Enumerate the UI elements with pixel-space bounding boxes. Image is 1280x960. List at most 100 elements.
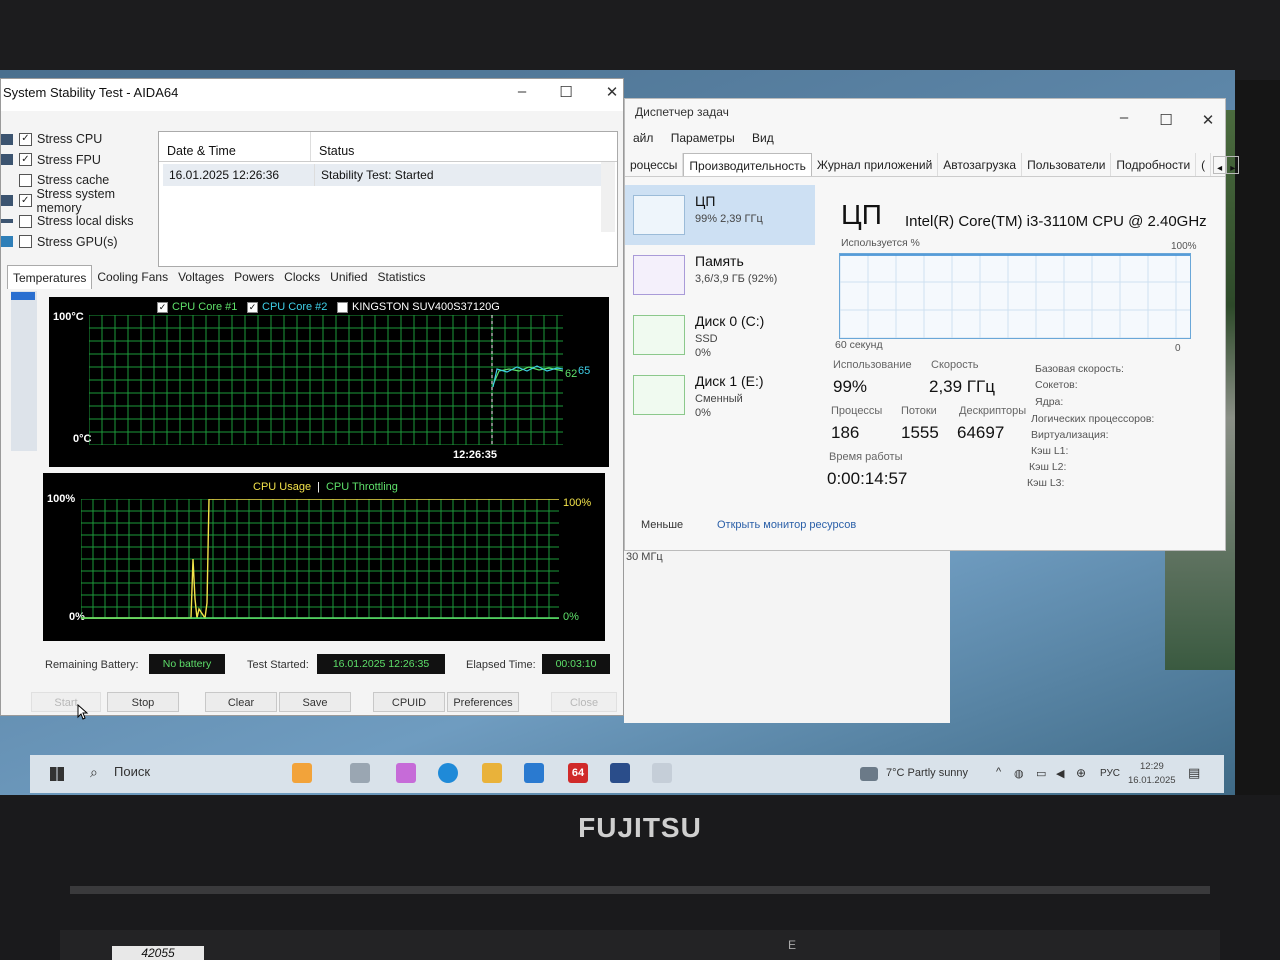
processes-value: 186 (831, 423, 860, 442)
stress-memory-checkbox[interactable]: ✓ (18, 194, 32, 208)
status-info-row: Remaining Battery: No battery Test Start… (45, 654, 615, 678)
legend-kingston-ssd-checkbox[interactable] (337, 301, 348, 313)
status-table-scrollbar[interactable] (601, 162, 615, 232)
spec-cores: Ядра: (1035, 396, 1064, 408)
tab-services-partial[interactable]: ( (1196, 153, 1212, 176)
legend-cpu-core-2-checkbox[interactable]: ✓ (247, 301, 258, 313)
mail-icon[interactable] (524, 763, 544, 783)
tab-unified[interactable]: Unified (325, 265, 372, 289)
aida64-titlebar: System Stability Test - AIDA64 – ☐ ✕ (1, 79, 623, 111)
legend-cpu-core-1-checkbox[interactable]: ✓ (157, 301, 168, 313)
legend-cpu-throttling: CPU Throttling (325, 481, 398, 493)
menu-view[interactable]: Вид (752, 131, 774, 145)
tray-battery-icon[interactable]: ▭ (1036, 767, 1046, 780)
tab-cooling-fans[interactable]: Cooling Fans (92, 265, 173, 289)
tab-processes[interactable]: роцессы (625, 153, 684, 176)
legend-cpu-core-2[interactable]: ✓ CPU Core #2 (247, 301, 327, 313)
table-row[interactable]: 16.01.2025 12:26:36 Stability Test: Star… (163, 164, 601, 186)
clock-time[interactable]: 12:29 (1140, 761, 1164, 772)
spec-logical-processors: Логических процессоров: (1031, 413, 1155, 425)
sensor-sidebar[interactable] (11, 291, 37, 451)
tab-temperatures[interactable]: Temperatures (7, 265, 93, 289)
laptop-top-bezel (0, 0, 1280, 80)
search-icon[interactable]: ⌕ (90, 764, 98, 781)
resource-disk-1[interactable]: Диск 1 (E:) Сменный 0% (625, 365, 815, 425)
taskbar-search[interactable]: Поиск (114, 764, 150, 779)
weather-text[interactable]: 7°C Partly sunny (886, 767, 968, 779)
tab-clocks[interactable]: Clocks (279, 265, 325, 289)
save-button[interactable]: Save (279, 692, 351, 712)
column-status[interactable]: Status (311, 132, 617, 161)
menu-file[interactable]: айл (633, 131, 653, 145)
stress-cpu-checkbox[interactable]: ✓ (19, 132, 32, 146)
laptop-hinge (70, 886, 1210, 894)
tray-volume-icon[interactable]: ◀ (1056, 767, 1064, 780)
stress-memory-option[interactable]: ✓ Stress system memory (1, 187, 161, 215)
weather-icon[interactable] (860, 767, 878, 781)
resource-memory[interactable]: Память 3,6/3,9 ГБ (92%) (625, 245, 815, 305)
other-app-icon[interactable] (652, 763, 672, 783)
resource-monitor-link[interactable]: Открыть монитор ресурсов (717, 519, 856, 531)
tm-minimize-icon[interactable]: – (1113, 109, 1135, 126)
tab-voltages[interactable]: Voltages (173, 265, 229, 289)
stop-button[interactable]: Stop (107, 692, 179, 712)
fewer-details-link[interactable]: Меньше (641, 519, 683, 531)
background-window-text: 30 МГц (626, 551, 663, 563)
tab-startup[interactable]: Автозагрузка (938, 153, 1023, 176)
disk-icon (1, 219, 13, 224)
start-icon[interactable] (50, 767, 64, 781)
clock-date[interactable]: 16.01.2025 (1128, 775, 1176, 786)
tab-scroll-right-icon[interactable]: ▸ (1226, 156, 1240, 174)
notifications-icon[interactable]: ▤ (1188, 765, 1200, 781)
resource-cpu[interactable]: ЦП 99% 2,39 ГГц (625, 185, 815, 245)
status-table-header: Date & Time Status (159, 132, 617, 162)
stress-fpu-checkbox[interactable]: ✓ (19, 153, 32, 167)
legend-cpu-core-1[interactable]: ✓ CPU Core #1 (157, 301, 237, 313)
tab-app-history[interactable]: Журнал приложений (812, 153, 939, 176)
tab-scroll-left-icon[interactable]: ◂ (1213, 156, 1227, 174)
close-button[interactable]: Close (551, 692, 617, 712)
tab-powers[interactable]: Powers (229, 265, 279, 289)
tray-chevron-icon[interactable]: ^ (996, 766, 1001, 778)
tab-performance[interactable]: Производительность (683, 153, 812, 176)
column-date-time[interactable]: Date & Time (159, 132, 311, 161)
stress-gpu-option[interactable]: Stress GPU(s) (1, 232, 161, 253)
aida64-taskbar-icon[interactable]: 64 (568, 763, 588, 783)
stress-cache-checkbox[interactable] (19, 173, 32, 187)
resource-cpu-value: 99% 2,39 ГГц (695, 213, 763, 225)
tab-users[interactable]: Пользователи (1022, 153, 1112, 176)
file-explorer-icon[interactable] (482, 763, 502, 783)
tm-maximize-icon[interactable]: ☐ (1155, 111, 1177, 129)
task-view-icon[interactable] (350, 763, 370, 783)
resource-disk-0[interactable]: Диск 0 (C:) SSD 0% (625, 305, 815, 365)
edge-icon[interactable] (438, 763, 458, 783)
copilot-icon[interactable] (396, 763, 416, 783)
mouse-cursor-icon (77, 704, 89, 720)
menu-options[interactable]: Параметры (671, 131, 735, 145)
task-manager-taskbar-icon[interactable] (610, 763, 630, 783)
start-button[interactable]: Start (31, 692, 101, 712)
stress-cpu-option[interactable]: ✓ Stress CPU (1, 129, 161, 150)
legend-kingston-ssd-label: KINGSTON SUV400S37120G (352, 301, 500, 313)
minimize-icon[interactable]: – (511, 83, 533, 100)
clear-button[interactable]: Clear (205, 692, 277, 712)
preferences-button[interactable]: Preferences (447, 692, 519, 712)
maximize-icon[interactable]: ☐ (555, 83, 577, 101)
util-label: Использование (833, 359, 912, 371)
widgets-icon[interactable] (292, 763, 312, 783)
resource-disk1-value: 0% (695, 407, 711, 419)
input-language[interactable]: РУС (1100, 768, 1120, 779)
tab-details[interactable]: Подробности (1111, 153, 1197, 176)
stress-disks-checkbox[interactable] (19, 214, 32, 228)
legend-kingston-ssd[interactable]: KINGSTON SUV400S37120G (337, 301, 500, 313)
stress-gpu-checkbox[interactable] (19, 235, 32, 249)
cpuid-button[interactable]: CPUID (373, 692, 445, 712)
tab-statistics[interactable]: Statistics (373, 265, 431, 289)
tm-close-icon[interactable]: ✕ (1197, 111, 1219, 129)
stress-fpu-option[interactable]: ✓ Stress FPU (1, 150, 161, 171)
cpu-usage-graph: CPU Usage | CPU Throttling 100% 0% 100% … (43, 473, 605, 641)
spec-base-speed: Базовая скорость: (1035, 363, 1124, 375)
close-icon[interactable]: ✕ (601, 83, 623, 101)
tray-network-icon[interactable]: ◍ (1014, 767, 1024, 780)
tray-globe-icon[interactable]: ⊕ (1076, 766, 1086, 780)
